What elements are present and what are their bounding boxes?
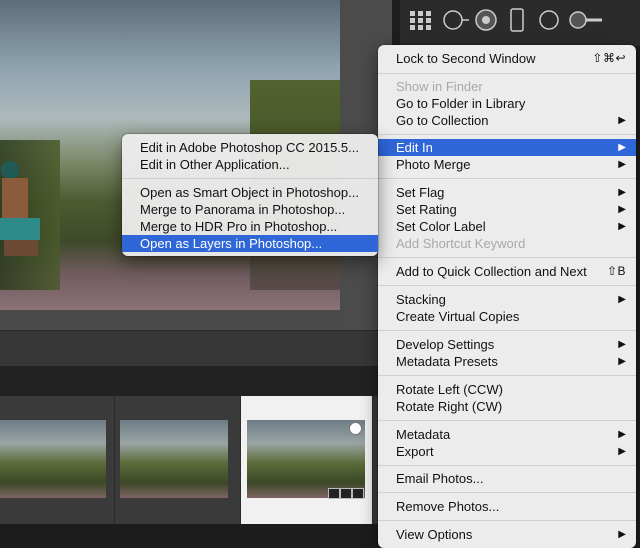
menu-item-metadata[interactable]: Metadata ▶ <box>378 426 636 443</box>
edited-badge-icon <box>352 488 364 499</box>
menu-item-export[interactable]: Export ▶ <box>378 443 636 460</box>
menu-item-rotate-left[interactable]: Rotate Left (CCW) <box>378 381 636 398</box>
menu-separator <box>378 330 636 331</box>
filmstrip-footer <box>0 524 392 548</box>
phone-icon[interactable] <box>508 8 526 32</box>
menu-item-set-color-label[interactable]: Set Color Label ▶ <box>378 218 636 235</box>
submenu-item-smart-object[interactable]: Open as Smart Object in Photoshop... <box>122 184 378 201</box>
circle-icon[interactable] <box>538 8 560 32</box>
menu-separator <box>378 492 636 493</box>
loupe-view-icon[interactable] <box>442 8 470 32</box>
submenu-item-edit-other-app[interactable]: Edit in Other Application... <box>122 156 378 173</box>
view-toolbar <box>400 0 640 46</box>
thumbnail[interactable] <box>247 420 365 498</box>
thumbnail[interactable] <box>120 420 228 498</box>
menu-separator <box>378 134 636 135</box>
menu-item-lock-second-window[interactable]: Lock to Second Window ⇧⌘↩ <box>378 50 636 67</box>
slider-icon[interactable] <box>568 8 604 32</box>
menu-item-photo-merge[interactable]: Photo Merge ▶ <box>378 156 636 173</box>
photo-subject <box>0 161 40 256</box>
menu-item-show-in-finder: Show in Finder <box>396 79 483 94</box>
menu-separator <box>378 178 636 179</box>
menu-item-rotate-right[interactable]: Rotate Right (CW) <box>378 398 636 415</box>
menu-item-set-flag[interactable]: Set Flag ▶ <box>378 184 636 201</box>
edit-in-submenu: Edit in Adobe Photoshop CC 2015.5... Edi… <box>122 134 378 256</box>
menu-item-view-options[interactable]: View Options ▶ <box>378 526 636 543</box>
filmstrip-cell-selected[interactable] <box>241 396 373 524</box>
badge-icon <box>340 488 352 499</box>
menu-item-email-photos[interactable]: Email Photos... <box>378 470 636 487</box>
badge-icon <box>328 488 340 499</box>
menu-item-go-to-folder[interactable]: Go to Folder in Library <box>378 95 636 112</box>
menu-separator <box>378 420 636 421</box>
menu-separator <box>378 257 636 258</box>
menu-item-remove-photos[interactable]: Remove Photos... <box>378 498 636 515</box>
filmstrip-toolbar <box>0 366 392 396</box>
menu-item-develop-settings[interactable]: Develop Settings ▶ <box>378 336 636 353</box>
menu-item-metadata-presets[interactable]: Metadata Presets ▶ <box>378 353 636 370</box>
menu-separator <box>122 178 378 179</box>
context-menu: Lock to Second Window ⇧⌘↩ Show in Finder … <box>378 45 636 548</box>
selection-circle-icon[interactable] <box>349 422 362 435</box>
submenu-item-edit-photoshop[interactable]: Edit in Adobe Photoshop CC 2015.5... <box>122 139 378 156</box>
menu-item-edit-in[interactable]: Edit In ▶ <box>378 139 636 156</box>
grid-view-icon[interactable] <box>408 8 434 32</box>
filmstrip-cell[interactable] <box>0 396 115 524</box>
menu-item-add-quick-collection[interactable]: Add to Quick Collection and Next ⇧B <box>378 263 636 280</box>
menu-item-add-shortcut-keyword: Add Shortcut Keyword <box>396 236 526 251</box>
menu-separator <box>378 465 636 466</box>
submenu-item-merge-hdr[interactable]: Merge to HDR Pro in Photoshop... <box>122 218 378 235</box>
menu-separator <box>378 375 636 376</box>
menu-item-stacking[interactable]: Stacking ▶ <box>378 291 636 308</box>
filmstrip-header <box>0 330 392 367</box>
menu-item-go-to-collection[interactable]: Go to Collection ▶ <box>378 112 636 129</box>
menu-item-create-virtual-copies[interactable]: Create Virtual Copies <box>378 308 636 325</box>
thumbnail[interactable] <box>0 420 106 498</box>
menu-separator <box>378 285 636 286</box>
filmstrip-cell[interactable] <box>114 396 241 524</box>
menu-item-set-rating[interactable]: Set Rating ▶ <box>378 201 636 218</box>
menu-separator <box>378 73 636 74</box>
submenu-item-merge-panorama[interactable]: Merge to Panorama in Photoshop... <box>122 201 378 218</box>
menu-separator <box>378 520 636 521</box>
submenu-item-open-as-layers[interactable]: Open as Layers in Photoshop... <box>122 235 378 252</box>
target-icon[interactable] <box>474 8 498 32</box>
